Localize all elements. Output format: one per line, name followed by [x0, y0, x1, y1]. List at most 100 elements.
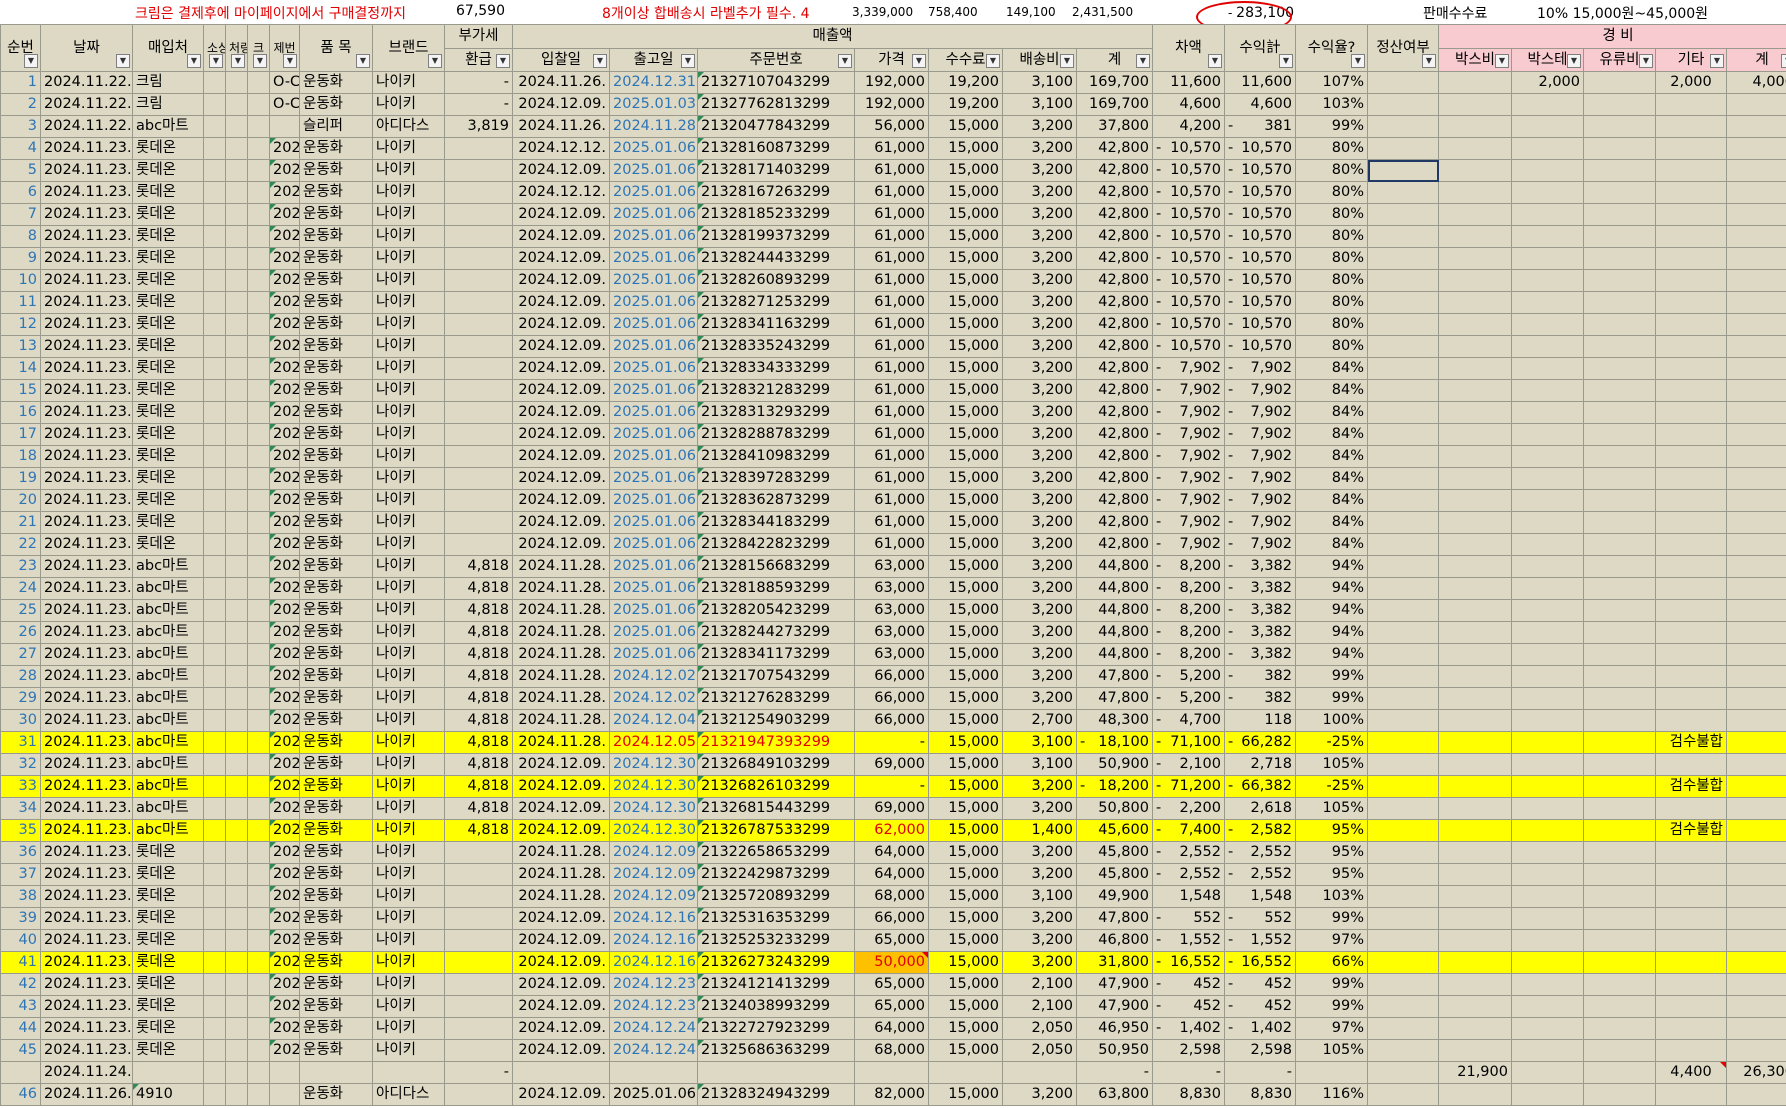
- cell-k[interactable]: [247, 621, 270, 644]
- cell-expense-total[interactable]: [1725, 1083, 1786, 1106]
- cell-rate[interactable]: 95%: [1295, 863, 1368, 886]
- cell-settled[interactable]: [1367, 907, 1439, 930]
- cell-price[interactable]: 82,000: [854, 1083, 929, 1106]
- cell-bid-date[interactable]: 2024.12.09.: [512, 247, 610, 270]
- cell-process[interactable]: [225, 841, 248, 864]
- cell-fee[interactable]: 15,000: [928, 841, 1003, 864]
- cell-refund[interactable]: 4,818: [444, 577, 513, 600]
- cell-settled[interactable]: [1367, 181, 1439, 204]
- cell-item[interactable]: 운동화: [299, 269, 373, 292]
- cell-expense-total[interactable]: -: [1725, 533, 1786, 556]
- cell-k[interactable]: [247, 863, 270, 886]
- cell-item[interactable]: 슬리퍼: [299, 115, 373, 138]
- cell-item[interactable]: 운동화: [299, 621, 373, 644]
- cell-item[interactable]: 운동화: [299, 841, 373, 864]
- cell-settled[interactable]: [1367, 1017, 1439, 1040]
- cell-sourcing[interactable]: [203, 203, 226, 226]
- cell-item[interactable]: 운동화: [299, 291, 373, 314]
- cell-diff[interactable]: -5,200: [1152, 687, 1225, 710]
- cell-refund[interactable]: [444, 907, 513, 930]
- cell-refund[interactable]: [444, 291, 513, 314]
- cell-sourcing[interactable]: [203, 951, 226, 974]
- cell-total[interactable]: 42,800: [1076, 467, 1153, 490]
- cell-fee[interactable]: 15,000: [928, 687, 1003, 710]
- cell-total[interactable]: 46,950: [1076, 1017, 1153, 1040]
- cell-k[interactable]: [247, 467, 270, 490]
- cell-seq[interactable]: 21: [0, 511, 41, 534]
- cell-settled[interactable]: [1367, 93, 1439, 116]
- cell-price[interactable]: 63,000: [854, 599, 929, 622]
- cell-order-no[interactable]: 21328341173299: [697, 643, 855, 666]
- cell-expense-total[interactable]: -: [1725, 357, 1786, 380]
- cell-product-no[interactable]: 202: [269, 203, 300, 226]
- cell-fuel[interactable]: [1583, 423, 1656, 446]
- cell-process[interactable]: [225, 181, 248, 204]
- col-header-vendor[interactable]: 매입처 ▼: [132, 24, 204, 72]
- cell-bid-date[interactable]: 2024.12.09.: [512, 357, 610, 380]
- cell-diff[interactable]: -7,902: [1152, 357, 1225, 380]
- cell-order-no[interactable]: 21328324943299: [697, 1083, 855, 1106]
- table-row[interactable]: 27 2024.11.23. abc마트 202 운동화 나이키 4,818 2024.11.…: [0, 643, 1786, 666]
- cell-bid-date[interactable]: 2024.12.09.: [512, 313, 610, 336]
- cell-order-no[interactable]: 21328422823299: [697, 533, 855, 556]
- cell-delivery[interactable]: 3,200: [1002, 863, 1077, 886]
- cell-product-no[interactable]: O-C: [269, 71, 300, 94]
- cell-expense-total[interactable]: -: [1725, 137, 1786, 160]
- cell-brand[interactable]: 나이키: [372, 621, 445, 644]
- cell-refund[interactable]: [444, 1039, 513, 1062]
- cell-profit[interactable]: -10,570: [1224, 225, 1296, 248]
- cell-date[interactable]: 2024.11.23.: [40, 247, 133, 270]
- cell-sourcing[interactable]: [203, 489, 226, 512]
- cell-delivery[interactable]: 3,200: [1002, 907, 1077, 930]
- cell-fuel[interactable]: [1583, 467, 1656, 490]
- cell-total[interactable]: 42,800: [1076, 203, 1153, 226]
- cell-seq[interactable]: 35: [0, 819, 41, 842]
- cell-total[interactable]: 44,800: [1076, 643, 1153, 666]
- cell-ship-date[interactable]: 2024.12.09.: [609, 841, 698, 864]
- cell-refund[interactable]: 4,818: [444, 819, 513, 842]
- cell-settled[interactable]: [1367, 1061, 1439, 1084]
- cell-box-tape[interactable]: [1511, 203, 1584, 226]
- cell-bid-date[interactable]: 2024.12.12.: [512, 137, 610, 160]
- cell-sourcing[interactable]: [203, 71, 226, 94]
- cell-bid-date[interactable]: 2024.11.28.: [512, 885, 610, 908]
- cell-bid-date[interactable]: 2024.12.09.: [512, 995, 610, 1018]
- cell-refund[interactable]: [444, 1017, 513, 1040]
- cell-etc[interactable]: [1655, 445, 1727, 468]
- cell-settled[interactable]: [1367, 995, 1439, 1018]
- cell-box-tape[interactable]: [1511, 709, 1584, 732]
- cell-expense-total[interactable]: -: [1725, 885, 1786, 908]
- cell-order-no[interactable]: [697, 1061, 855, 1084]
- cell-delivery[interactable]: 3,200: [1002, 379, 1077, 402]
- cell-profit[interactable]: -7,902: [1224, 533, 1296, 556]
- cell-total[interactable]: 47,800: [1076, 687, 1153, 710]
- cell-box-tape[interactable]: [1511, 1083, 1584, 1106]
- cell-box-tape[interactable]: [1511, 401, 1584, 424]
- cell-delivery[interactable]: 3,100: [1002, 885, 1077, 908]
- cell-box[interactable]: [1438, 401, 1512, 424]
- cell-etc[interactable]: [1655, 709, 1727, 732]
- cell-delivery[interactable]: 2,100: [1002, 995, 1077, 1018]
- cell-sourcing[interactable]: [203, 775, 226, 798]
- cell-etc[interactable]: [1655, 203, 1727, 226]
- cell-seq[interactable]: 3: [0, 115, 41, 138]
- cell-bid-date[interactable]: 2024.12.09.: [512, 775, 610, 798]
- cell-ship-date[interactable]: 2025.01.06.: [609, 203, 698, 226]
- cell-profit[interactable]: -1,552: [1224, 929, 1296, 952]
- cell-delivery[interactable]: 3,200: [1002, 489, 1077, 512]
- cell-order-no[interactable]: 21326273243299: [697, 951, 855, 974]
- cell-etc[interactable]: [1655, 181, 1727, 204]
- cell-bid-date[interactable]: 2024.12.09.: [512, 445, 610, 468]
- cell-sourcing[interactable]: [203, 687, 226, 710]
- cell-diff[interactable]: -8,200: [1152, 577, 1225, 600]
- cell-fee[interactable]: 15,000: [928, 643, 1003, 666]
- cell-order-no[interactable]: 21328205423299: [697, 599, 855, 622]
- cell-box-tape[interactable]: [1511, 335, 1584, 358]
- cell-diff[interactable]: -1,402: [1152, 1017, 1225, 1040]
- cell-process[interactable]: [225, 709, 248, 732]
- cell-etc[interactable]: [1655, 797, 1727, 820]
- cell-product-no[interactable]: 202: [269, 775, 300, 798]
- cell-fuel[interactable]: [1583, 445, 1656, 468]
- cell-etc[interactable]: [1655, 577, 1727, 600]
- cell-vendor[interactable]: 롯데온: [132, 423, 204, 446]
